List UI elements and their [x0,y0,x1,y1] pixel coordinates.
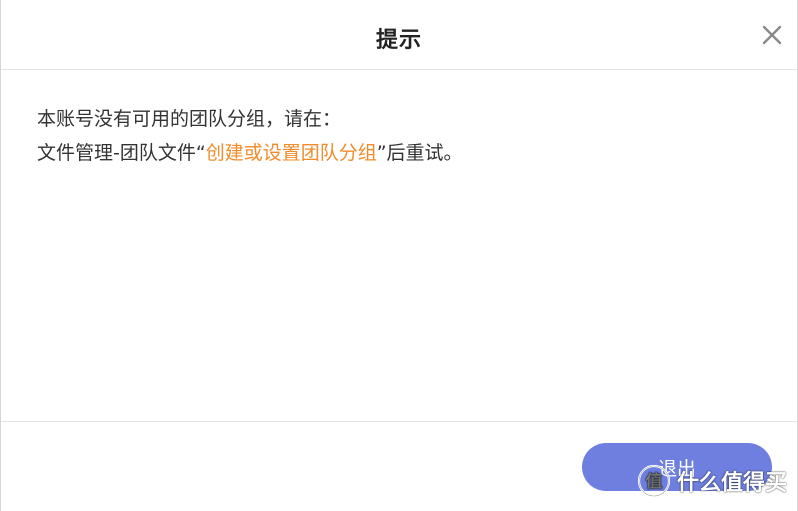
dialog-title: 提示 [375,28,422,53]
dialog-message: 本账号没有可用的团队分组，请在： 文件管理-团队文件“创建或设置团队分组”后重试… [37,102,757,170]
message-line-2: 文件管理-团队文件“创建或设置团队分组”后重试。 [37,136,757,170]
prompt-dialog: 提示 本账号没有可用的团队分组，请在： 文件管理-团队文件“创建或设置团队分组”… [0,0,798,511]
dialog-header: 提示 [1,0,797,70]
smzdm-logo-icon: 值 [637,464,671,498]
close-icon [762,25,782,45]
message-line-2-prefix: 文件管理-团队文件“ [37,142,206,164]
message-line-2-suffix: ”后重试。 [376,142,463,164]
create-team-group-link[interactable]: 创建或设置团队分组 [206,142,377,164]
close-button[interactable] [761,24,783,46]
message-line-1: 本账号没有可用的团队分组，请在： [37,108,342,130]
watermark: 值 什么值得买 [637,463,787,499]
svg-text:值: 值 [645,471,662,492]
watermark-text: 什么值得买 [676,471,787,496]
